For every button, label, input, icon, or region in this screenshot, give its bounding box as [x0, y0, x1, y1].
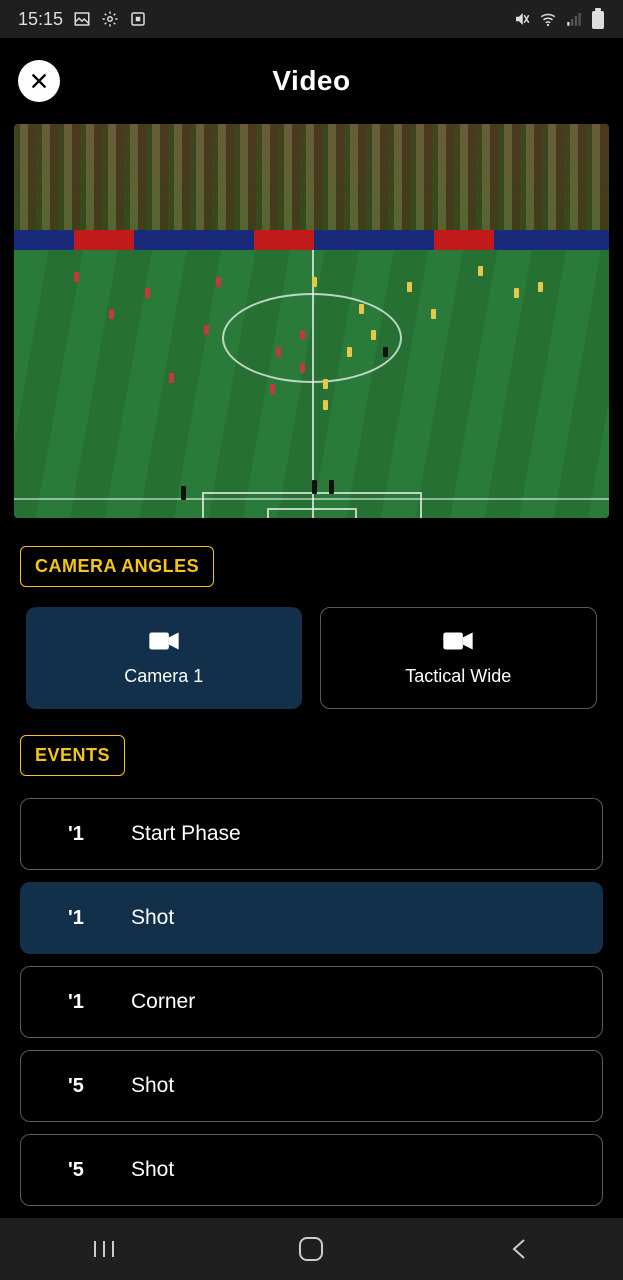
video-stands — [14, 124, 609, 234]
event-time: '5 — [21, 1159, 131, 1182]
status-left: 15:15 — [18, 9, 147, 30]
video-pitch — [14, 250, 609, 518]
event-desc: Corner — [131, 990, 195, 1014]
camera-angles-label: CAMERA ANGLES — [20, 546, 214, 587]
back-button[interactable] — [484, 1229, 554, 1269]
event-time: '1 — [21, 823, 131, 846]
camera-card-2[interactable]: Tactical Wide — [320, 607, 598, 709]
camera-label: Camera 1 — [124, 666, 203, 687]
event-desc: Shot — [131, 1158, 174, 1182]
battery-icon — [591, 9, 605, 29]
events-label: EVENTS — [20, 735, 125, 776]
camera-card-1[interactable]: Camera 1 — [26, 607, 302, 709]
event-row[interactable]: '5 Shot — [20, 1050, 603, 1122]
video-adboard — [14, 230, 609, 250]
video-player[interactable] — [14, 124, 609, 518]
event-row[interactable]: '5 Shot — [20, 1134, 603, 1206]
recents-button[interactable] — [69, 1229, 139, 1269]
video-camera-icon — [149, 630, 179, 652]
events-list: '1 Start Phase '1 Shot '1 Corner '5 Shot… — [0, 798, 623, 1226]
gear-icon — [101, 10, 119, 28]
stop-icon — [129, 10, 147, 28]
mute-icon — [513, 10, 531, 28]
signal-icon — [565, 10, 583, 28]
image-icon — [73, 10, 91, 28]
close-button[interactable] — [18, 60, 60, 102]
event-desc: Shot — [131, 906, 174, 930]
event-time: '5 — [21, 1075, 131, 1098]
event-time: '1 — [21, 991, 131, 1014]
event-desc: Start Phase — [131, 822, 241, 846]
page-title: Video — [272, 65, 350, 97]
event-row[interactable]: '1 Corner — [20, 966, 603, 1038]
status-right — [513, 9, 605, 29]
android-nav-bar — [0, 1218, 623, 1280]
close-icon — [28, 70, 50, 92]
header: Video — [0, 38, 623, 124]
event-row[interactable]: '1 Shot — [20, 882, 603, 954]
status-bar: 15:15 — [0, 0, 623, 38]
video-camera-icon — [443, 630, 473, 652]
event-desc: Shot — [131, 1074, 174, 1098]
wifi-icon — [539, 10, 557, 28]
event-row[interactable]: '1 Start Phase — [20, 798, 603, 870]
event-time: '1 — [21, 907, 131, 930]
status-time: 15:15 — [18, 9, 63, 30]
camera-label: Tactical Wide — [405, 666, 511, 687]
camera-row: Camera 1 Tactical Wide — [0, 607, 623, 735]
home-button[interactable] — [276, 1229, 346, 1269]
